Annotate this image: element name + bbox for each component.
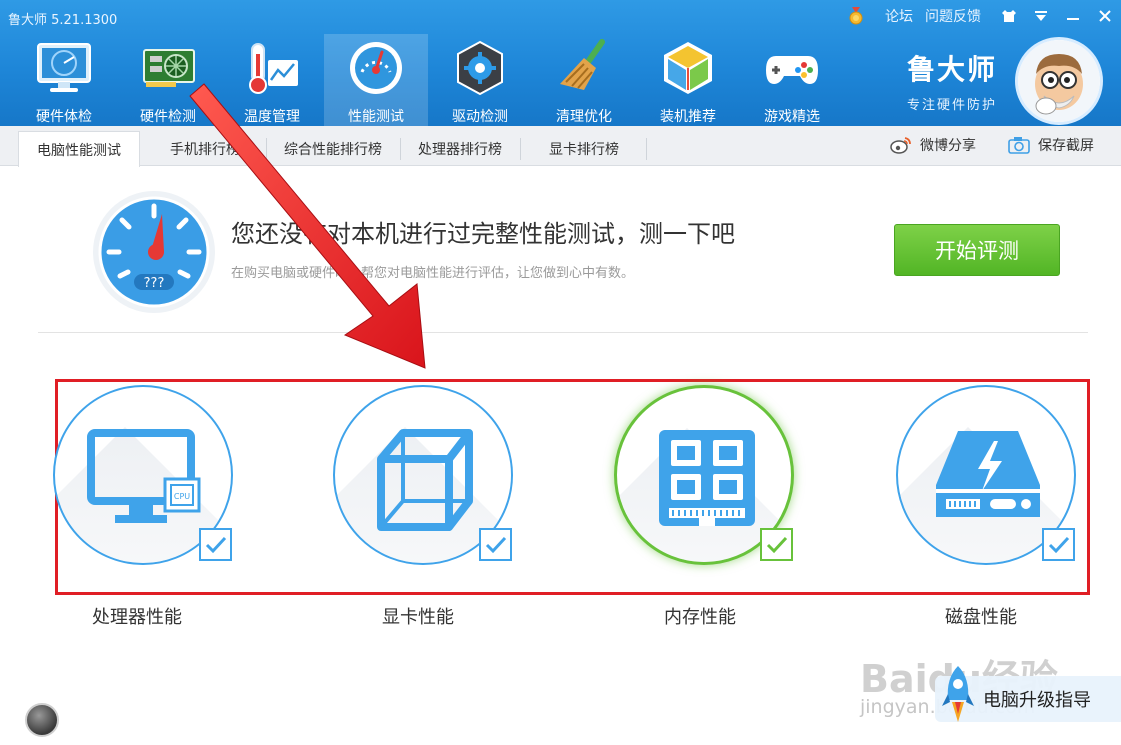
top-links: 论坛 问题反馈: [847, 4, 1121, 28]
gpu-checkbox[interactable]: [479, 528, 512, 561]
brand-name: 鲁大师: [907, 53, 998, 86]
tab-divider: [520, 138, 521, 160]
cube-icon: [377, 429, 473, 531]
driver-gear-icon: [457, 40, 503, 96]
nav-temperature[interactable]: 温度管理: [220, 34, 324, 126]
tab-phone-ranking[interactable]: 手机排行榜: [150, 131, 260, 166]
pc-upgrade-guide-label: 电脑升级指导: [983, 690, 1091, 711]
menu-button[interactable]: [1025, 4, 1057, 28]
nav-performance-test[interactable]: 性能测试: [324, 34, 428, 126]
weibo-share-label: 微博分享: [920, 138, 976, 154]
brand-slogan: 专注硬件防护: [907, 98, 998, 113]
cpu-chip-label: CPU: [174, 492, 190, 501]
nav-label: 硬件检测: [140, 109, 196, 125]
medal-icon[interactable]: [847, 7, 865, 25]
test-description: 在购买电脑或硬件时，帮您对电脑性能进行评估，让您做到心中有数。: [231, 266, 635, 281]
checkmark-icon: [1048, 536, 1069, 553]
thermometer-icon: [249, 43, 298, 94]
nav-label: 驱动检测: [452, 109, 508, 125]
perf-item-memory: [614, 385, 794, 565]
nav-label: 性能测试: [348, 109, 404, 125]
box-icon: [664, 42, 712, 94]
gpu-performance-label: 显卡性能: [382, 607, 454, 628]
speedometer-icon: [350, 42, 402, 94]
tab-divider: [400, 138, 401, 160]
save-screenshot-label: 保存截屏: [1038, 138, 1094, 154]
app-title: 鲁大师 5.21.1300: [8, 13, 118, 28]
nav-label: 温度管理: [244, 109, 300, 125]
cpu-performance-label: 处理器性能: [92, 607, 182, 628]
nav-hardware-detect[interactable]: 硬件检测: [116, 34, 220, 126]
checkmark-icon: [485, 536, 506, 553]
perf-item-gpu: [333, 385, 513, 565]
weibo-icon: [890, 137, 911, 154]
nav-clean-optimize[interactable]: 清理优化: [532, 34, 636, 126]
avatar[interactable]: [1015, 37, 1103, 125]
gauge-score-text: ???: [144, 276, 165, 291]
title-bar: 鲁大师 5.21.1300 论坛 问题反馈 硬件体检 硬件检测 温度管理 性能测…: [0, 0, 1121, 126]
test-headline: 您还没有对本机进行过完整性能测试，测一下吧: [231, 220, 735, 248]
close-icon: [1099, 10, 1111, 22]
minimize-icon: [1067, 18, 1079, 20]
nav-games[interactable]: 游戏精选: [740, 34, 844, 126]
perf-item-cpu: CPU: [53, 385, 233, 565]
disk-checkbox[interactable]: [1042, 528, 1075, 561]
graphics-card-icon: [143, 49, 195, 87]
save-screenshot-button[interactable]: 保存截屏: [1008, 131, 1094, 159]
gamepad-icon: [766, 56, 818, 84]
cpu-monitor-icon: CPU: [87, 429, 201, 523]
skin-button[interactable]: [993, 4, 1025, 28]
skin-icon: [1002, 10, 1016, 22]
section-divider: [38, 332, 1088, 333]
perf-item-disk: [896, 385, 1076, 565]
performance-gauge-icon: ???: [93, 191, 215, 313]
tab-gpu-ranking[interactable]: 显卡排行榜: [523, 131, 645, 166]
cpu-checkbox[interactable]: [199, 528, 232, 561]
camera-icon: [1008, 137, 1030, 154]
tab-pc-performance[interactable]: 电脑性能测试: [18, 131, 140, 167]
memory-chip-icon: [659, 430, 755, 526]
close-button[interactable]: [1089, 4, 1121, 28]
tab-cpu-ranking[interactable]: 处理器排行榜: [403, 131, 517, 166]
nav-label: 装机推荐: [660, 109, 716, 125]
start-test-button[interactable]: 开始评测: [894, 224, 1060, 276]
forum-link[interactable]: 论坛: [885, 6, 913, 26]
checkmark-icon: [205, 536, 226, 553]
nav-driver-detect[interactable]: 驱动检测: [428, 34, 532, 126]
brand: 鲁大师 专注硬件防护: [907, 48, 997, 113]
nav-label: 硬件体检: [36, 109, 92, 125]
disk-drive-icon: [936, 431, 1040, 517]
main-nav: 硬件体检 硬件检测 温度管理 性能测试 驱动检测 清理优化 装机推荐 游戏精选: [12, 34, 844, 126]
tab-overall-ranking[interactable]: 综合性能排行榜: [270, 131, 396, 166]
nav-build-recommend[interactable]: 装机推荐: [636, 34, 740, 126]
feedback-link[interactable]: 问题反馈: [925, 6, 981, 26]
minimize-button[interactable]: [1057, 4, 1089, 28]
rocket-icon: [942, 666, 974, 722]
monitor-radar-icon: [37, 43, 91, 92]
memory-performance-label: 内存性能: [664, 607, 736, 628]
tab-divider: [646, 138, 647, 160]
broom-icon: [560, 39, 605, 90]
menu-icon: [1035, 11, 1047, 21]
tab-divider: [266, 138, 267, 160]
nav-hardware-checkup[interactable]: 硬件体检: [12, 34, 116, 126]
disk-performance-label: 磁盘性能: [945, 607, 1017, 628]
nav-label: 游戏精选: [764, 109, 820, 125]
checkmark-icon: [766, 536, 787, 553]
mascot-icon: [1018, 40, 1100, 122]
memory-checkbox[interactable]: [760, 528, 793, 561]
nav-label: 清理优化: [556, 109, 612, 125]
status-badge-icon[interactable]: [25, 703, 59, 737]
weibo-share-button[interactable]: 微博分享: [890, 131, 976, 159]
